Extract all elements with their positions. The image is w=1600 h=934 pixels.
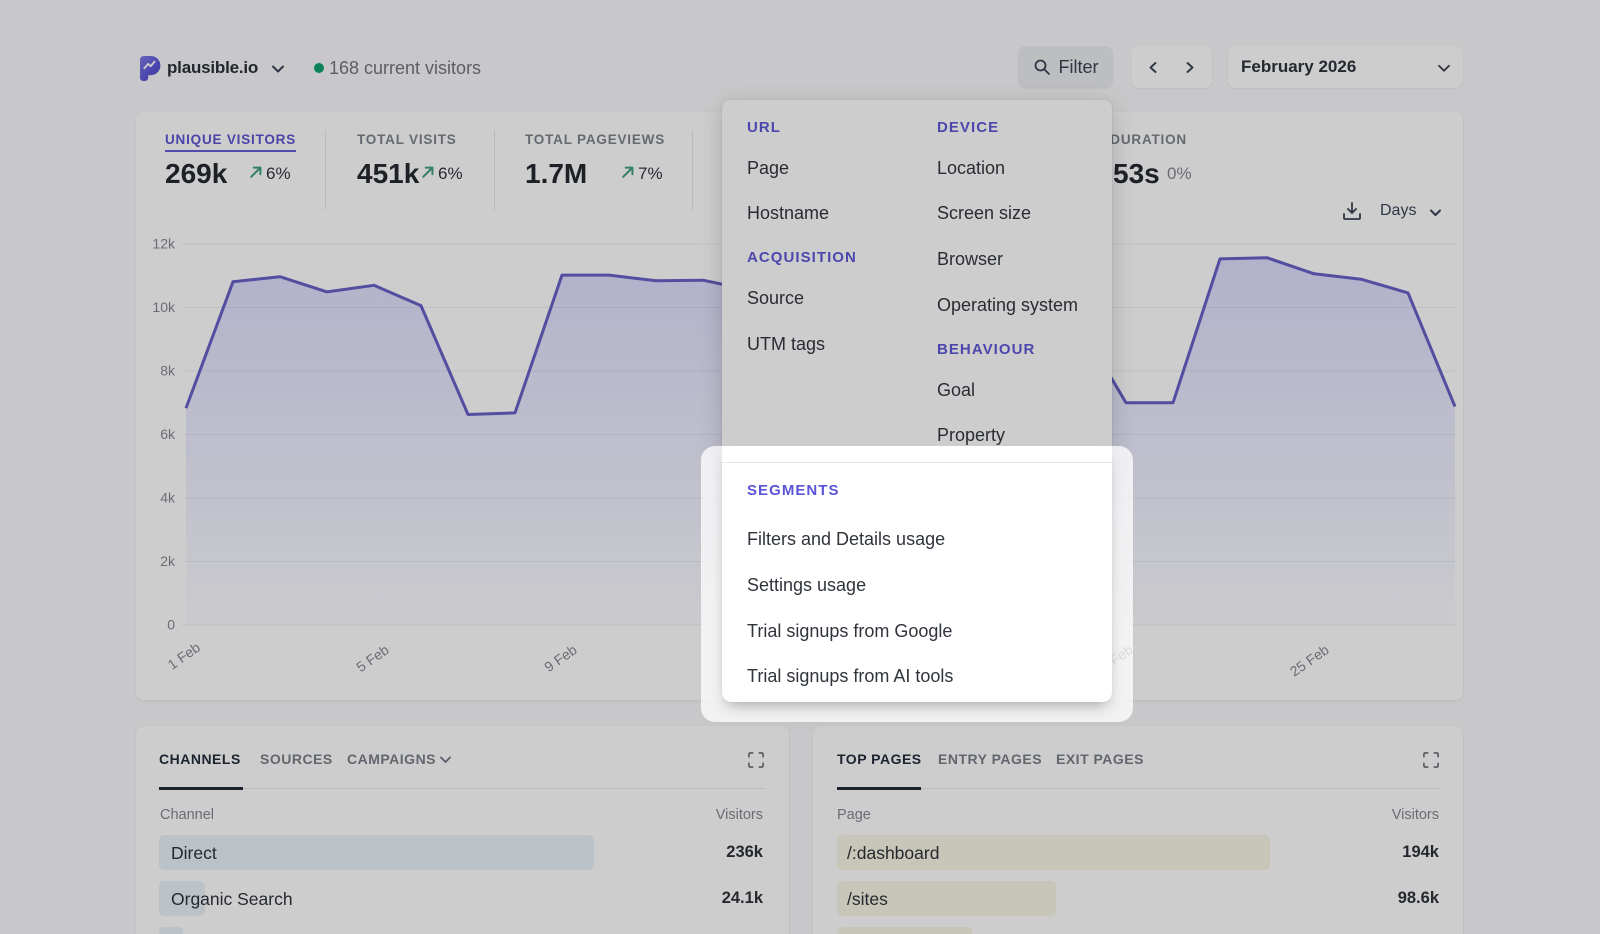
svg-text:10k: 10k <box>152 299 176 315</box>
svg-text:1 Feb: 1 Feb <box>164 639 203 673</box>
svg-text:4k: 4k <box>160 490 176 506</box>
svg-text:0: 0 <box>167 617 175 633</box>
svg-text:5 Feb: 5 Feb <box>353 641 392 675</box>
svg-text:8k: 8k <box>160 363 176 379</box>
svg-text:9 Feb: 9 Feb <box>541 641 580 675</box>
svg-text:6k: 6k <box>160 426 176 442</box>
svg-text:12k: 12k <box>152 236 176 252</box>
svg-text:2k: 2k <box>160 553 176 569</box>
svg-text:25 Feb: 25 Feb <box>1287 641 1332 679</box>
